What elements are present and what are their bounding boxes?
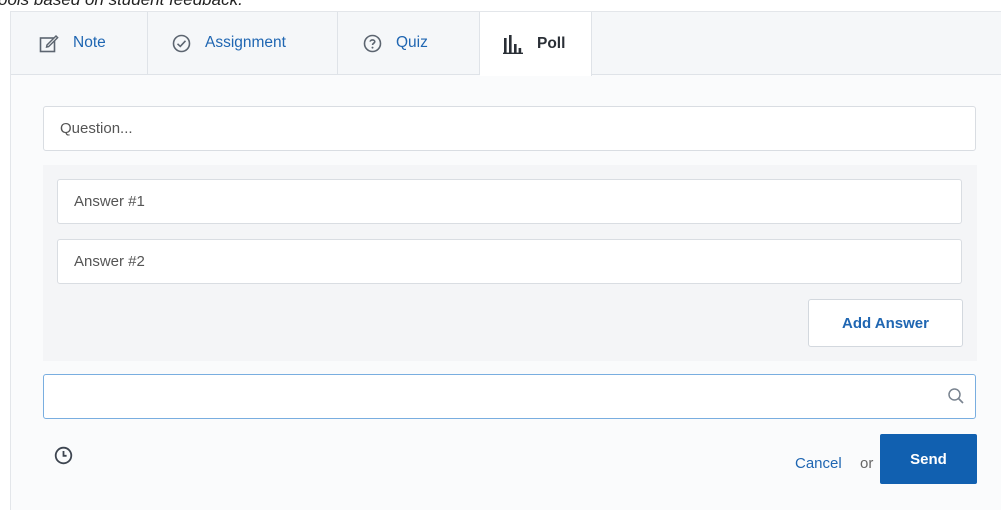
tab-assignment-label: Assignment	[205, 34, 286, 51]
question-input[interactable]: Question...	[43, 106, 976, 151]
tab-assignment[interactable]: Assignment	[148, 12, 338, 74]
or-text: or	[860, 455, 874, 472]
answer-2-placeholder: Answer #2	[74, 253, 145, 270]
search-input[interactable]	[43, 374, 976, 419]
answers-area: Answer #1 Answer #2 Add Answer	[43, 165, 977, 361]
clock-icon[interactable]	[54, 446, 73, 470]
edit-note-icon	[39, 34, 59, 53]
check-circle-icon	[172, 34, 191, 53]
page-header-text: ools based on student feedback.	[0, 0, 243, 10]
add-answer-button[interactable]: Add Answer	[808, 299, 963, 347]
question-placeholder: Question...	[60, 120, 133, 137]
tab-quiz-label: Quiz	[396, 34, 428, 51]
tab-poll[interactable]: Poll	[480, 12, 592, 76]
composer-tabs: Note Assignment Quiz Poll	[11, 12, 1001, 76]
tab-poll-label: Poll	[537, 35, 566, 52]
post-composer: Note Assignment Quiz Poll Question... An…	[10, 11, 1001, 510]
bar-chart-icon	[503, 34, 523, 54]
tab-note-label: Note	[73, 34, 106, 51]
cancel-link[interactable]: Cancel	[795, 455, 842, 472]
send-button[interactable]: Send	[880, 434, 977, 484]
answer-2-input[interactable]: Answer #2	[57, 239, 962, 284]
tab-quiz[interactable]: Quiz	[338, 12, 480, 74]
search-icon[interactable]	[947, 387, 965, 410]
answer-1-placeholder: Answer #1	[74, 193, 145, 210]
answer-1-input[interactable]: Answer #1	[57, 179, 962, 224]
question-circle-icon	[363, 34, 382, 53]
tab-note[interactable]: Note	[11, 12, 148, 74]
